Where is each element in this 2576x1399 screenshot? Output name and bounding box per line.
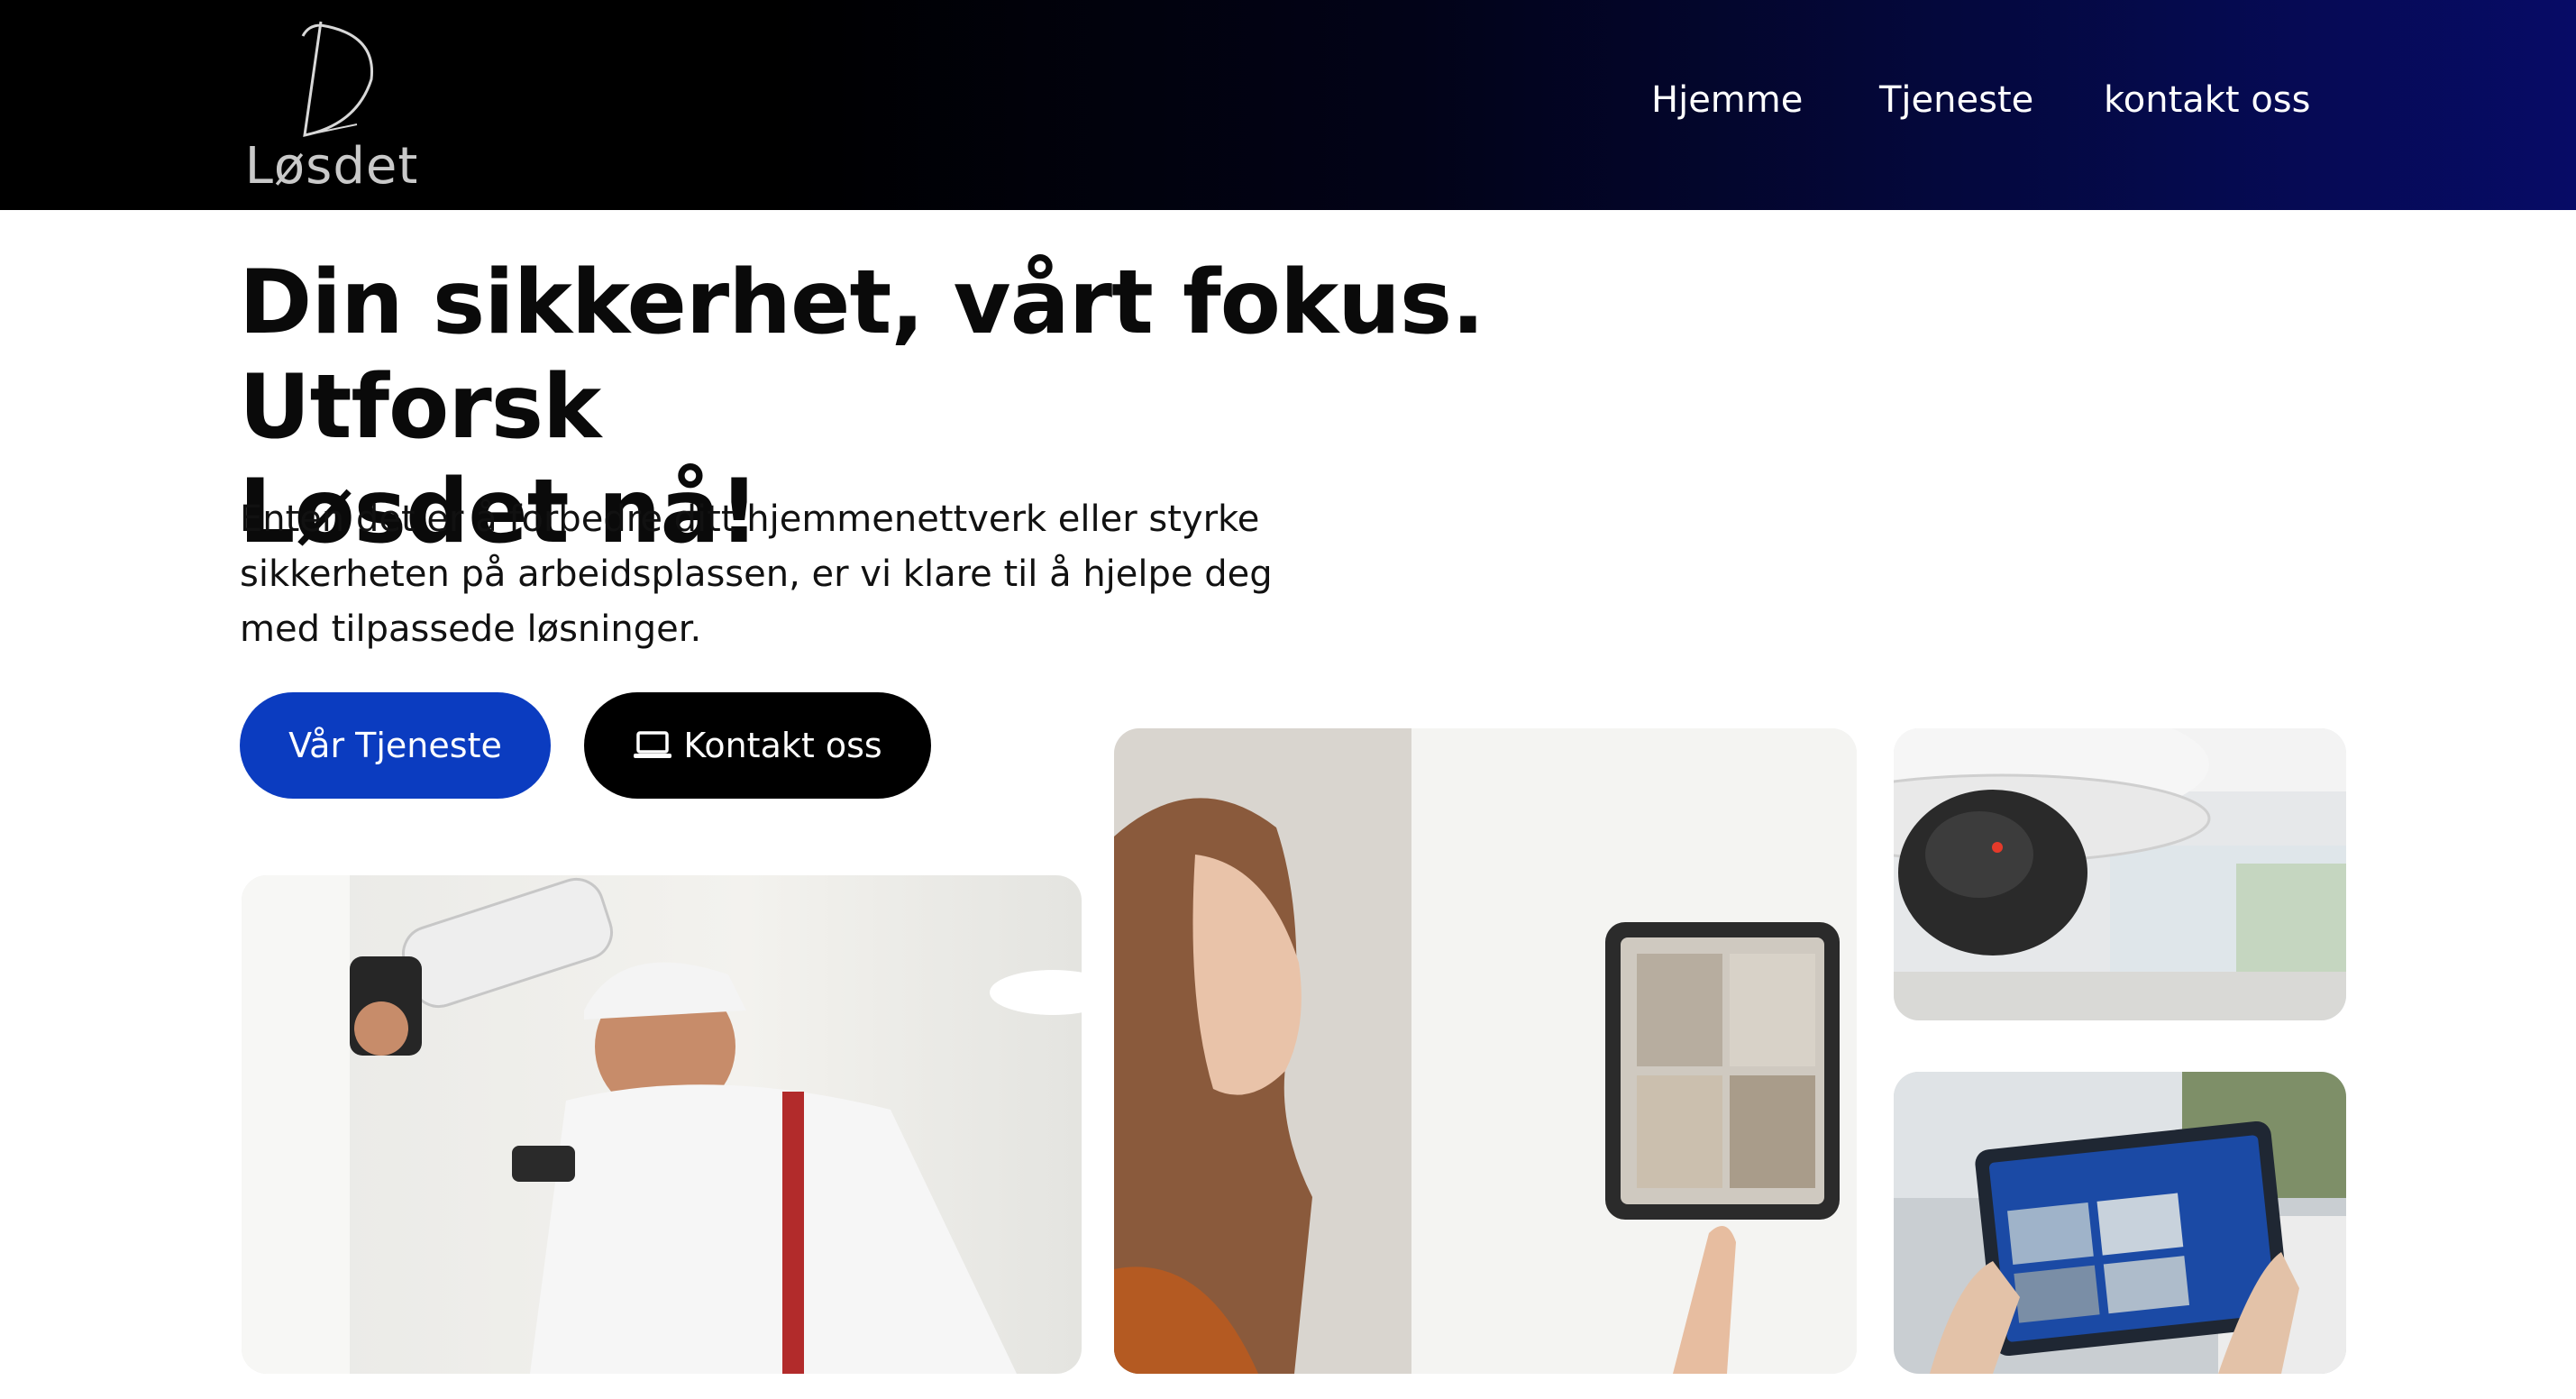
- dome-security-camera-image: [1894, 728, 2346, 1020]
- hero-description: Enten det er å forbedre ditt hjemmenettv…: [240, 492, 1375, 657]
- laptop-icon: [634, 731, 672, 758]
- var-tjeneste-button[interactable]: Vår Tjeneste: [240, 692, 551, 799]
- technician-installing-camera-image: [242, 875, 1082, 1374]
- nav-item-hjemme[interactable]: Hjemme: [1651, 79, 1803, 121]
- var-tjeneste-button-label: Vår Tjeneste: [288, 726, 502, 765]
- woman-using-wall-tablet-image: [1114, 728, 1857, 1374]
- hero-title-line-1: Din sikkerhet, vårt fokus. Utforsk: [239, 251, 1484, 459]
- hero-text-line-2: sikkerheten på arbeidsplassen, er vi kla…: [240, 553, 1273, 595]
- logo-mark-icon: [301, 21, 374, 137]
- security-app-tablet-image: [1894, 1072, 2346, 1374]
- kontakt-oss-button[interactable]: Kontakt oss: [584, 692, 931, 799]
- nav-item-kontakt-oss[interactable]: kontakt oss: [2104, 79, 2310, 121]
- site-header: Løsdet Hjemme Tjeneste kontakt oss: [0, 0, 2576, 210]
- kontakt-oss-button-label: Kontakt oss: [683, 726, 882, 765]
- logo[interactable]: Løsdet: [242, 13, 422, 196]
- nav-item-tjeneste[interactable]: Tjeneste: [1879, 79, 2033, 121]
- hero-text-line-3: med tilpassede løsninger.: [240, 608, 702, 650]
- page: Løsdet Hjemme Tjeneste kontakt oss Din s…: [0, 0, 2576, 1399]
- logo-text: Løsdet: [244, 137, 419, 196]
- hero-text-line-1: Enten det er å forbedre ditt hjemmenettv…: [240, 498, 1260, 540]
